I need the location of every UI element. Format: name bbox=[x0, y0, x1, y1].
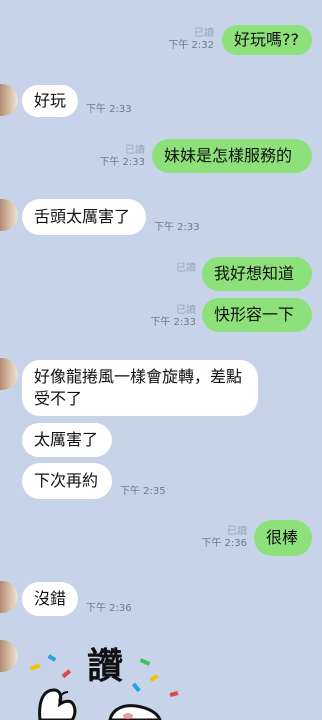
message-meta: 已讀 下午 2:33 bbox=[99, 145, 145, 169]
contact-avatar[interactable] bbox=[0, 84, 18, 116]
sticker-text: 讚 bbox=[87, 646, 124, 687]
message-meta: 已讀 下午 2:33 bbox=[150, 305, 196, 329]
message-bubble-incoming[interactable]: 下次再約 bbox=[22, 463, 112, 499]
message-time: 下午 2:36 bbox=[201, 538, 247, 549]
message-bubble-outgoing[interactable]: 好玩嗎?? bbox=[222, 25, 312, 55]
message-time: 下午 2:33 bbox=[150, 317, 196, 328]
message-meta: 已讀 下午 2:36 bbox=[201, 526, 247, 550]
message-time: 下午 2:35 bbox=[120, 486, 166, 497]
contact-avatar[interactable] bbox=[0, 581, 18, 613]
message-time: 下午 2:33 bbox=[99, 157, 145, 168]
message-bubble-incoming[interactable]: 好玩 bbox=[22, 85, 78, 117]
message-time: 下午 2:32 bbox=[168, 40, 214, 51]
message-meta: 已讀 bbox=[176, 263, 196, 275]
message-meta: 已讀 下午 2:32 bbox=[168, 28, 214, 52]
message-bubble-incoming[interactable]: 太厲害了 bbox=[22, 423, 112, 457]
message-bubble-incoming[interactable]: 舌頭太厲害了 bbox=[22, 199, 146, 235]
read-receipt: 已讀 bbox=[227, 526, 247, 537]
read-receipt: 已讀 bbox=[125, 145, 145, 156]
contact-avatar[interactable] bbox=[0, 358, 18, 390]
message-time: 下午 2:33 bbox=[154, 222, 200, 233]
message-bubble-incoming[interactable]: 沒錯 bbox=[22, 582, 78, 616]
read-receipt: 已讀 bbox=[176, 263, 196, 274]
message-bubble-outgoing[interactable]: 快形容一下 bbox=[202, 298, 312, 332]
message-bubble-outgoing[interactable]: 妹妹是怎樣服務的 bbox=[152, 139, 312, 173]
message-bubble-outgoing[interactable]: 我好想知道 bbox=[202, 257, 312, 291]
contact-avatar[interactable] bbox=[0, 199, 18, 231]
message-time: 下午 2:33 bbox=[86, 104, 132, 115]
read-receipt: 已讀 bbox=[176, 305, 196, 316]
chat-area: 已讀 下午 2:32 好玩嗎?? 好玩 下午 2:33 已讀 下午 2:33 妹… bbox=[0, 0, 322, 720]
message-time: 下午 2:36 bbox=[86, 603, 132, 614]
message-bubble-incoming[interactable]: 好像龍捲風一樣會旋轉，差點受不了 bbox=[22, 360, 258, 416]
read-receipt: 已讀 bbox=[194, 28, 214, 39]
message-bubble-outgoing[interactable]: 很棒 bbox=[254, 520, 312, 556]
